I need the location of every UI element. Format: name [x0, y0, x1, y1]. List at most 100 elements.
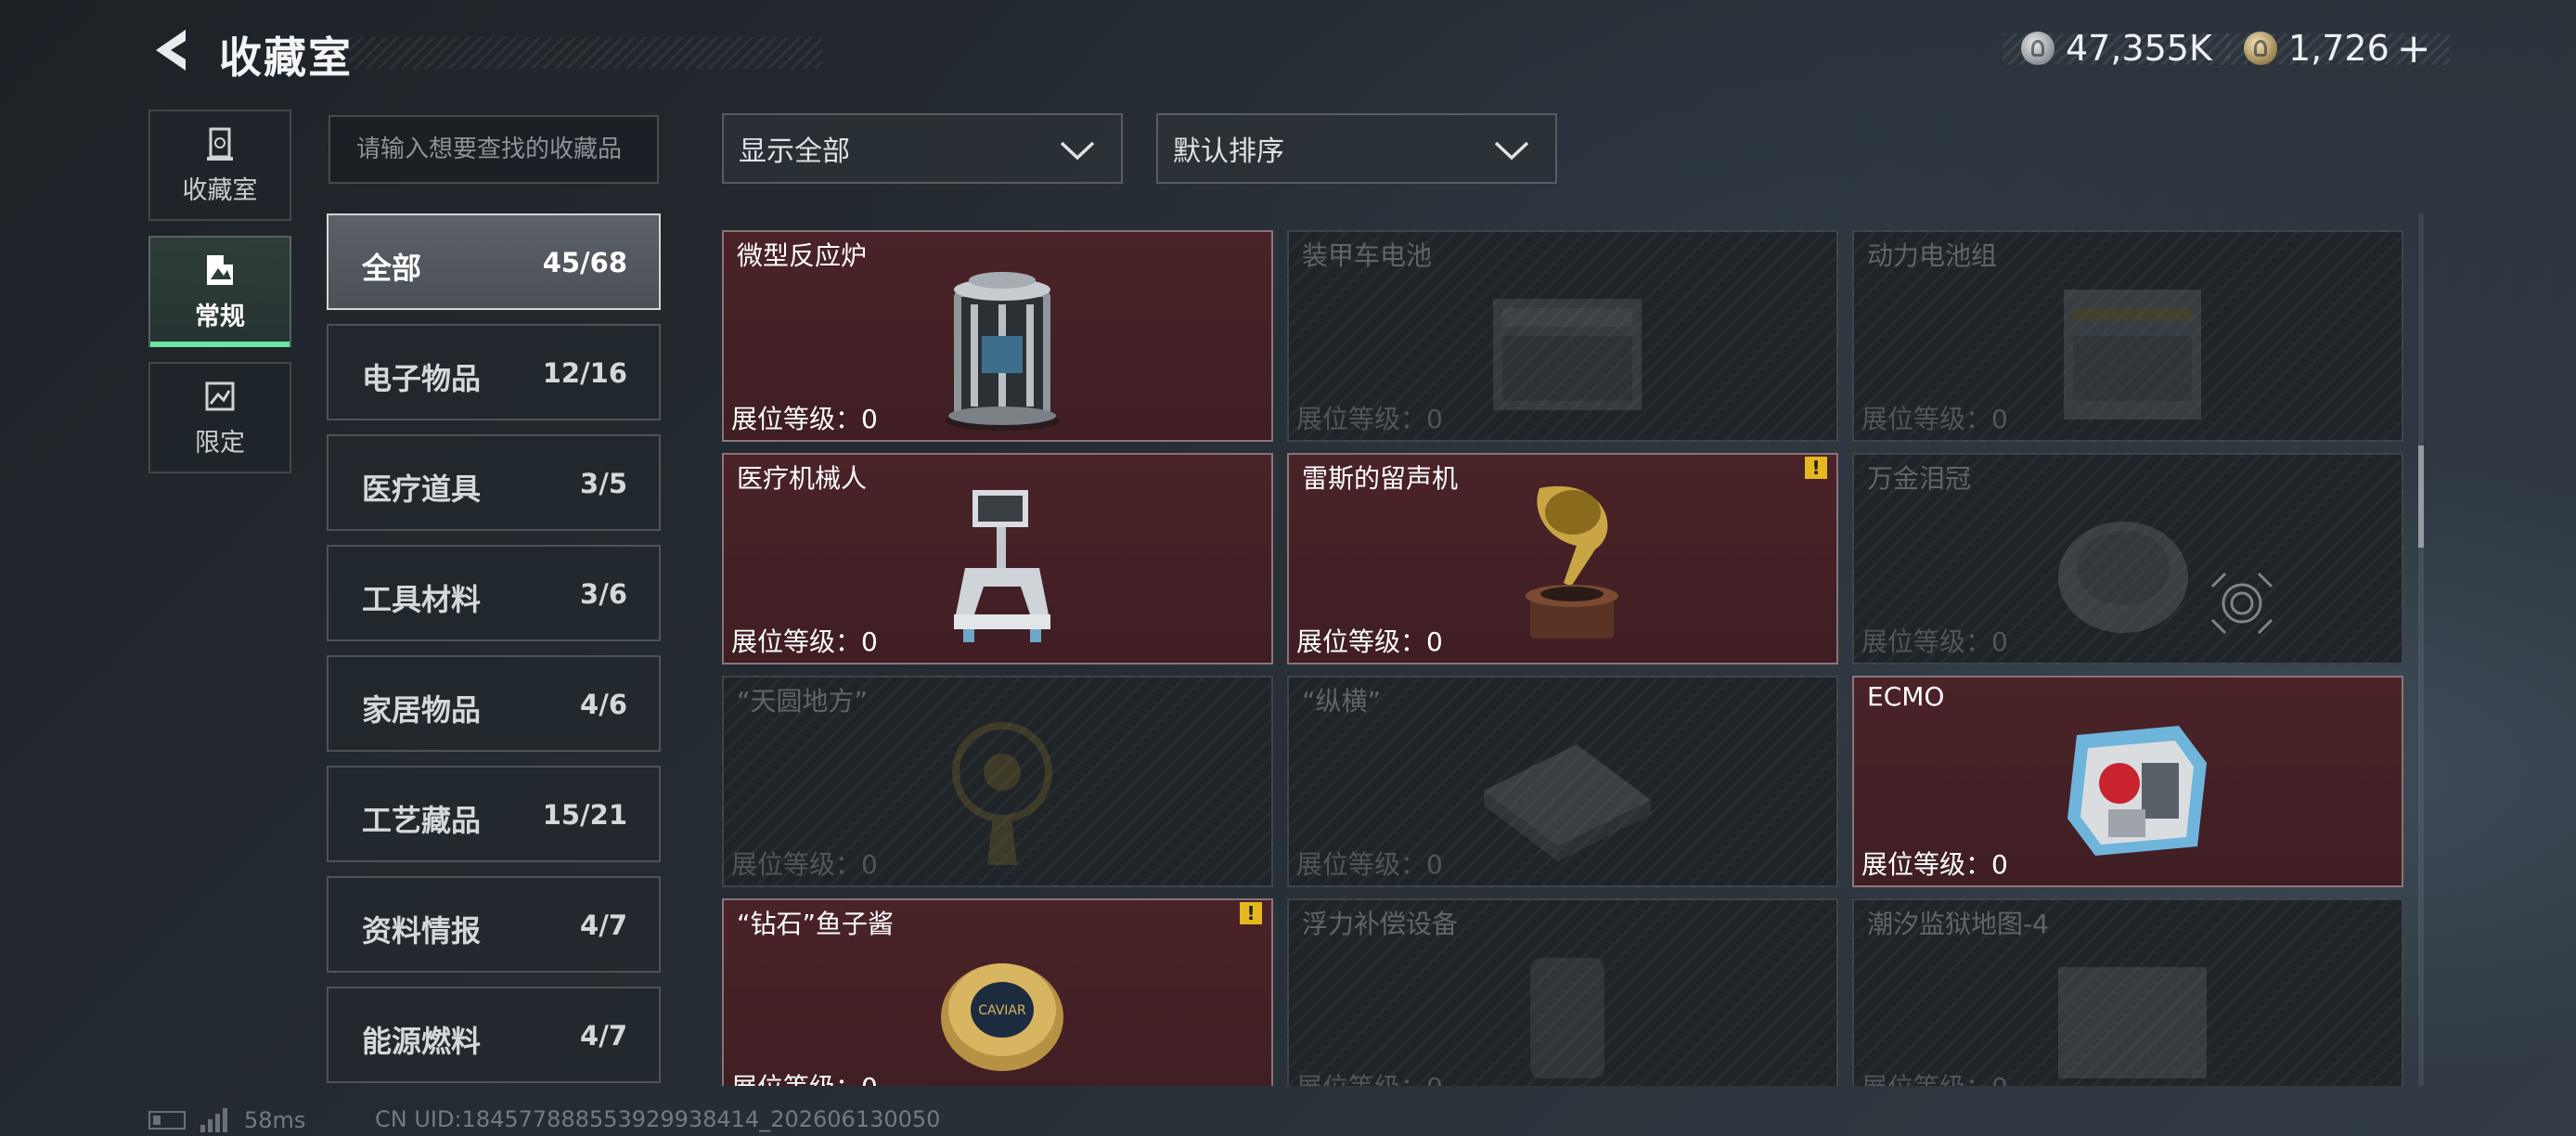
category-count: 12/16: [542, 357, 627, 389]
collection-room-icon: [207, 127, 233, 161]
item-card-bcd[interactable]: 浮力补偿设备 展位等级：0: [1287, 898, 1838, 1086]
category-intel[interactable]: 资料情报 4/7: [327, 876, 661, 973]
globe-ornament-image: [952, 722, 1052, 865]
display-filter-value: 显示全部: [739, 136, 850, 168]
item-name: ECMO: [1867, 681, 1945, 712]
silver-coin-icon: [2021, 32, 2054, 65]
bcd-image: [1530, 958, 1604, 1078]
warning-badge: !: [1805, 457, 1827, 479]
booth-level: 展位等级：0: [1296, 626, 1443, 657]
search-input[interactable]: [354, 135, 646, 164]
category-tools[interactable]: 工具材料 3/6: [327, 545, 661, 641]
item-card-crown[interactable]: 万金泪冠 展位等级：0: [1852, 453, 2403, 665]
currency-gold-value: 1,726: [2288, 28, 2389, 69]
crown-image: [2058, 522, 2188, 633]
back-arrow-icon[interactable]: [148, 26, 197, 74]
scroll-thumb[interactable]: [2418, 445, 2424, 548]
item-card-armored-battery[interactable]: 装甲车电池 展位等级：0: [1287, 230, 1838, 442]
ping-value: 58ms: [244, 1107, 306, 1133]
gold-coin-icon: [2244, 32, 2277, 65]
category-name: 工具材料: [362, 582, 482, 617]
category-count: 45/68: [542, 247, 627, 278]
item-name: 浮力补偿设备: [1302, 909, 1459, 939]
item-card-tidal-prison-map[interactable]: 潮汐监狱地图-4 展位等级：0: [1852, 898, 2403, 1086]
category-name: 资料情报: [362, 913, 482, 949]
booth-level: 展位等级：0: [1296, 1067, 1443, 1086]
item-card-tianyuan-difang[interactable]: “天圆地方” 展位等级：0: [722, 676, 1273, 887]
category-crafts[interactable]: 工艺藏品 15/21: [327, 766, 661, 862]
category-medical[interactable]: 医疗道具 3/5: [327, 434, 661, 531]
category-name: 医疗道具: [362, 471, 482, 507]
item-name: “天圆地方”: [737, 686, 869, 716]
item-name: 装甲车电池: [1302, 240, 1433, 271]
category-energy[interactable]: 能源燃料 4/7: [327, 987, 661, 1083]
sort-value: 默认排序: [1173, 136, 1284, 168]
signal-icon: [200, 1108, 227, 1132]
category-electronics[interactable]: 电子物品 12/16: [327, 324, 661, 420]
booth-level: 展位等级：0: [1861, 1067, 2008, 1086]
item-name: 医疗机械人: [737, 463, 868, 494]
side-tab-label: 限定: [195, 428, 245, 458]
booth-level: 展位等级：0: [731, 849, 878, 880]
currency-silver-value: 47,355K: [2066, 28, 2212, 69]
category-all[interactable]: 全部 45/68: [327, 213, 661, 310]
booth-level: 展位等级：0: [731, 404, 878, 434]
booth-level: 展位等级：0: [1296, 404, 1443, 434]
item-card-diamond-caviar[interactable]: “钻石”鱼子酱 ! CAVIAR 展位等级：0: [722, 898, 1273, 1086]
category-name: 全部: [362, 251, 422, 286]
side-tab-regular[interactable]: 常规: [148, 236, 291, 347]
page-title: 收藏室: [219, 24, 822, 83]
item-name: 动力电池组: [1867, 240, 1998, 271]
item-name: “纵横”: [1302, 686, 1382, 716]
warning-badge: !: [1240, 902, 1262, 924]
search-box: [328, 115, 659, 184]
item-card-medical-robot[interactable]: 医疗机械人 展位等级：0: [722, 453, 1273, 665]
category-count: 15/21: [542, 799, 627, 831]
side-tab-limited[interactable]: 限定: [148, 362, 291, 473]
sort-dropdown[interactable]: 默认排序: [1156, 113, 1557, 184]
medical-robot-image: [954, 490, 1050, 642]
battery-icon: [148, 1111, 186, 1130]
currency-gold: 1,726 +: [2225, 25, 2450, 72]
category-name: 家居物品: [362, 692, 482, 728]
armored-battery-image: [1493, 299, 1642, 410]
booth-level: 展位等级：0: [1296, 849, 1443, 880]
active-tab-indicator: [150, 342, 290, 347]
top-bar: 收藏室 47,355K 1,726 +: [0, 0, 2576, 102]
booth-level: 展位等级：0: [731, 1067, 878, 1086]
micro-reactor-image: [945, 272, 1060, 431]
item-name: 潮汐监狱地图-4: [1867, 909, 2049, 939]
title-decoration: [349, 37, 822, 69]
side-tab-label: 收藏室: [182, 175, 258, 205]
chevron-down-icon: [1060, 141, 1095, 161]
caviar-tin-image: CAVIAR: [941, 963, 1063, 1071]
item-card-zongheng[interactable]: “纵横” 展位等级：0: [1287, 676, 1838, 887]
grid-scrollbar[interactable]: [2418, 213, 2424, 1086]
user-uid: CN UID:184577888553929938414_20260613005…: [375, 1106, 941, 1132]
booth-level: 展位等级：0: [731, 626, 878, 657]
item-name: 微型反应炉: [737, 240, 868, 271]
category-name: 能源燃料: [362, 1024, 482, 1059]
category-count: 3/5: [580, 468, 627, 499]
side-tab-collection-room[interactable]: 收藏室: [148, 110, 291, 221]
item-card-ecmo[interactable]: ECMO 展位等级：0: [1852, 676, 2403, 887]
booth-level: 展位等级：0: [1861, 626, 2008, 657]
category-count: 3/6: [580, 578, 627, 610]
limited-icon: [205, 381, 235, 410]
category-name: 电子物品: [362, 361, 482, 396]
category-count: 4/7: [580, 910, 627, 941]
item-card-micro-reactor[interactable]: 微型反应炉 展位等级：0: [722, 230, 1273, 442]
add-currency-button[interactable]: +: [2397, 25, 2431, 72]
category-household[interactable]: 家居物品 4/6: [327, 655, 661, 752]
booth-level: 展位等级：0: [1861, 849, 2008, 880]
regular-icon: [207, 254, 233, 285]
item-name: 万金泪冠: [1867, 463, 1972, 494]
item-card-power-battery-pack[interactable]: 动力电池组 展位等级：0: [1852, 230, 2403, 442]
chess-board-image: [1484, 744, 1651, 861]
gramophone-image: [1526, 485, 1618, 639]
power-battery-pack-image: [2064, 290, 2201, 420]
display-filter-dropdown[interactable]: 显示全部: [722, 113, 1123, 184]
locked-target-icon: [2210, 572, 2273, 635]
item-card-gramophone[interactable]: 雷斯的留声机 ! 展位等级：0: [1287, 453, 1838, 665]
collection-grid: 微型反应炉 展位等级：0 装甲车电池 展位等级：0 动力电池组 展位等级：0 医…: [720, 226, 2411, 1086]
